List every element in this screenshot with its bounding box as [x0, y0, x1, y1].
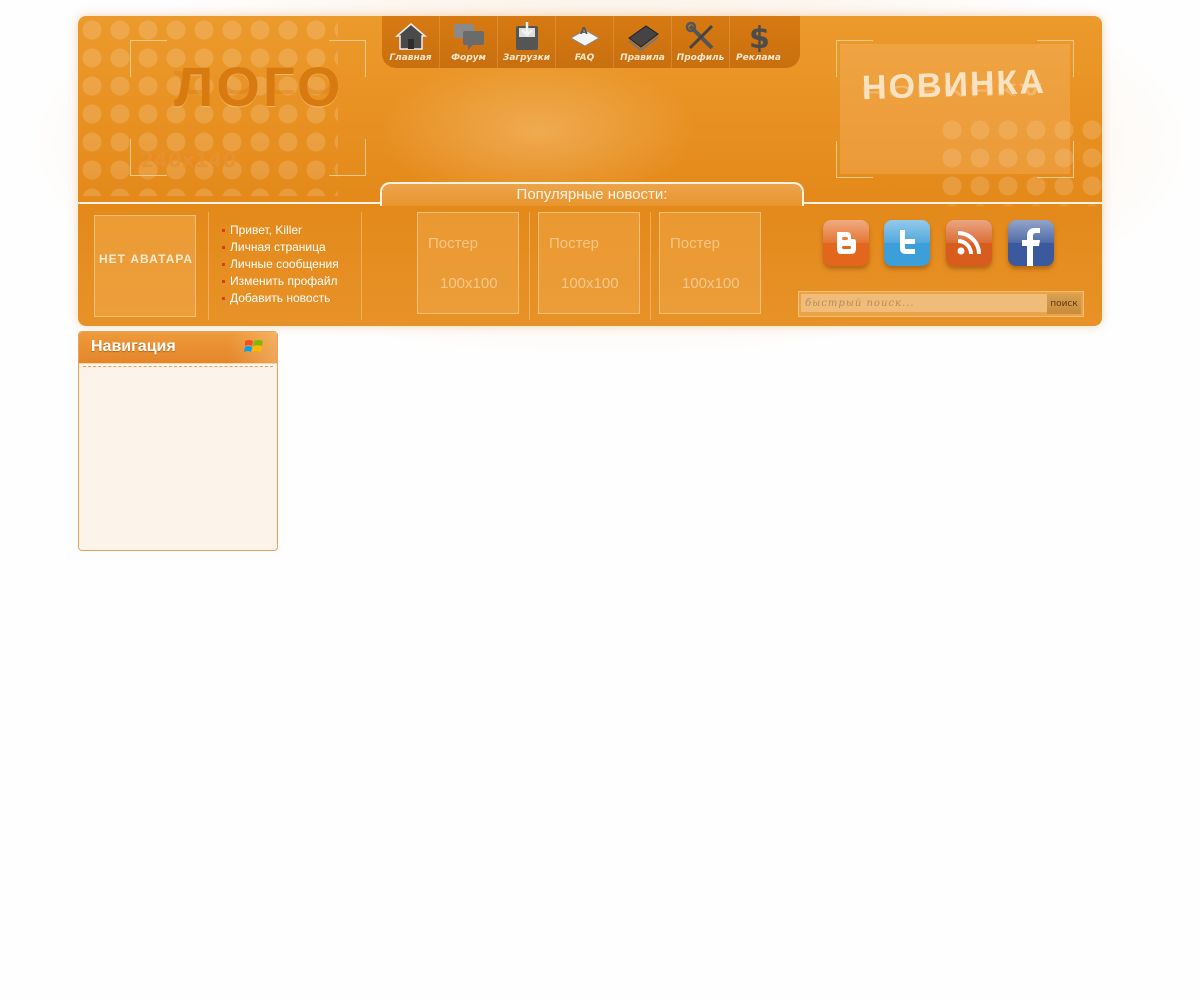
user-menu-messages[interactable]: Личные сообщения — [222, 256, 339, 273]
popular-news-tab: Популярные новости: — [380, 182, 804, 206]
user-menu-edit-profile[interactable]: Изменить профайл — [222, 273, 339, 290]
faq-icon: A — [569, 26, 600, 47]
poster-1[interactable]: Постер 100x100 — [417, 212, 519, 314]
poster-size: 100x100 — [440, 275, 498, 292]
quick-search: поиск — [798, 291, 1084, 317]
menu-item-faq[interactable]: A FAQ — [556, 16, 614, 68]
navigation-divider — [83, 366, 273, 367]
separator — [208, 212, 209, 320]
new-banner-reflection: НОВИНКА — [860, 79, 1046, 102]
facebook-icon[interactable] — [1008, 220, 1054, 266]
menu-item-rules[interactable]: Правила — [614, 16, 672, 68]
svg-text:A: A — [580, 26, 588, 37]
menu-item-home[interactable]: Главная — [382, 16, 440, 68]
separator — [529, 212, 530, 320]
poster-title: Постер — [670, 235, 721, 252]
twitter-icon[interactable] — [884, 220, 930, 266]
navigation-title: Навигация — [91, 338, 176, 355]
user-menu-add-news[interactable]: Добавить новость — [222, 290, 339, 307]
site-header: ЛОГО ЛОГО 240x140 Главная Форум Загрузки… — [78, 16, 1102, 326]
separator — [361, 212, 362, 320]
poster-title: Постер — [549, 235, 600, 252]
books-icon — [627, 25, 659, 52]
download-icon — [515, 22, 538, 50]
blogger-icon[interactable] — [823, 220, 869, 266]
logo[interactable]: ЛОГО ЛОГО 240x140 — [130, 40, 366, 176]
menu-item-ads[interactable]: $ Реклама — [730, 16, 787, 68]
home-icon — [394, 23, 427, 50]
search-button[interactable]: поиск — [1047, 294, 1081, 314]
user-menu-personal-page[interactable]: Личная страница — [222, 239, 339, 256]
avatar[interactable]: НЕТ АВАТАРА — [94, 215, 196, 317]
windows-flag-icon — [244, 340, 263, 352]
new-banner[interactable]: НОВИНКА НОВИНКА — [836, 40, 1074, 178]
poster-size: 100x100 — [561, 275, 619, 292]
avatar-placeholder-text: НЕТ АВАТАРА — [99, 252, 193, 266]
poster-title: Постер — [428, 235, 479, 252]
logo-size-label: 240x140 — [140, 148, 237, 172]
user-menu: Привет, Killer Личная страница Личные со… — [222, 222, 339, 307]
logo-reflection: ЛОГО — [174, 63, 344, 102]
menu-item-profile[interactable]: Профиль — [672, 16, 730, 68]
menu-item-forum[interactable]: Форум — [440, 16, 498, 68]
chat-bubbles-icon — [453, 24, 484, 50]
poster-3[interactable]: Постер 100x100 — [659, 212, 761, 314]
top-menu: Главная Форум Загрузки A FAQ Правила Про… — [382, 16, 800, 68]
popular-news-title: Популярные новости: — [516, 186, 668, 203]
svg-text:$: $ — [749, 21, 770, 52]
tools-icon — [685, 21, 713, 50]
search-input[interactable] — [801, 294, 1051, 312]
poster-2[interactable]: Постер 100x100 — [538, 212, 640, 314]
user-menu-greeting[interactable]: Привет, Killer — [222, 222, 339, 239]
navigation-block: Навигация — [78, 331, 278, 551]
separator — [650, 212, 651, 320]
rss-icon[interactable] — [946, 220, 992, 266]
navigation-header: Навигация — [79, 332, 277, 364]
menu-item-downloads[interactable]: Загрузки — [498, 16, 556, 68]
poster-size: 100x100 — [682, 275, 740, 292]
dollar-icon: $ — [749, 21, 770, 52]
